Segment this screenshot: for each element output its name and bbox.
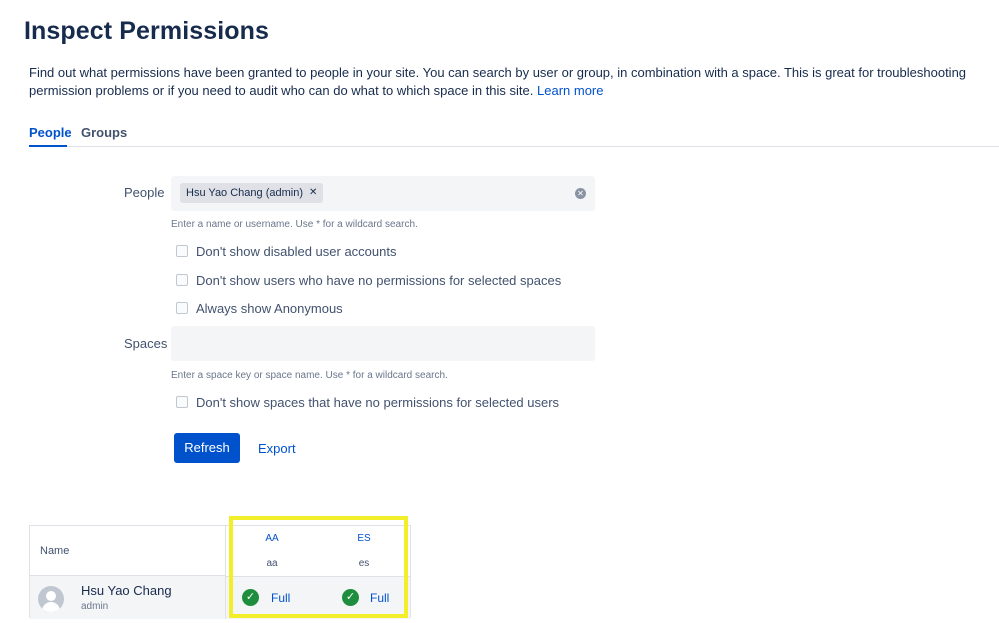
checkbox-row-no-permission-spaces[interactable]: Don't show spaces that have no permissio… xyxy=(176,394,559,410)
tab-groups[interactable]: Groups xyxy=(81,125,127,145)
intro-text: Find out what permissions have been gran… xyxy=(29,65,967,98)
tab-people[interactable]: People xyxy=(29,125,72,147)
people-input[interactable]: Hsu Yao Chang (admin) ✕ ✕ xyxy=(171,176,595,211)
results-table: Name Hsu Yao Chang admin AA aa ✓ Full ES… xyxy=(29,525,411,619)
checkbox[interactable] xyxy=(176,274,188,286)
checkbox[interactable] xyxy=(176,302,188,314)
name-header-label: Name xyxy=(40,545,70,557)
export-link[interactable]: Export xyxy=(258,441,296,456)
permission-cell: ✓ Full xyxy=(226,576,318,619)
checkbox-row-anonymous[interactable]: Always show Anonymous xyxy=(176,300,343,316)
space-column-aa: AA aa ✓ Full xyxy=(226,526,318,619)
remove-chip-icon[interactable]: ✕ xyxy=(309,187,317,203)
space-column-es: ES es ✓ Full xyxy=(318,526,410,619)
name-column-header: Name xyxy=(30,526,226,576)
space-key-link[interactable]: AA xyxy=(226,533,318,544)
people-chip-label: Hsu Yao Chang (admin) xyxy=(186,187,303,199)
checkbox-label: Don't show disabled user accounts xyxy=(196,243,397,259)
permission-link[interactable]: Full xyxy=(370,591,389,605)
user-username: admin xyxy=(81,601,109,612)
spaces-hint: Enter a space key or space name. Use * f… xyxy=(171,370,448,381)
permission-link[interactable]: Full xyxy=(271,591,290,605)
page-intro: Find out what permissions have been gran… xyxy=(29,64,994,100)
page-title: Inspect Permissions xyxy=(24,17,270,45)
space-key-link[interactable]: ES xyxy=(318,533,410,544)
avatar-icon xyxy=(38,586,64,612)
check-circle-icon: ✓ xyxy=(342,589,359,606)
spaces-label: Spaces xyxy=(124,336,168,351)
check-circle-icon: ✓ xyxy=(242,589,259,606)
space-name: aa xyxy=(266,558,278,569)
people-label: People xyxy=(124,185,165,200)
user-name[interactable]: Hsu Yao Chang xyxy=(81,583,172,598)
checkbox[interactable] xyxy=(176,396,188,408)
tab-bar: People Groups xyxy=(29,124,999,147)
people-chip: Hsu Yao Chang (admin) ✕ xyxy=(180,183,324,203)
clear-icon[interactable]: ✕ xyxy=(575,188,586,199)
checkbox-row-disabled-users[interactable]: Don't show disabled user accounts xyxy=(176,243,396,259)
space-name: es xyxy=(358,558,370,569)
checkbox-label: Don't show spaces that have no permissio… xyxy=(196,394,560,410)
refresh-button[interactable]: Refresh xyxy=(174,433,240,463)
checkbox[interactable] xyxy=(176,245,188,257)
checkbox-label: Don't show users who have no permissions… xyxy=(196,272,562,288)
learn-more-link[interactable]: Learn more xyxy=(537,83,603,98)
checkbox-row-no-permission-users[interactable]: Don't show users who have no permissions… xyxy=(176,272,561,288)
permission-cell: ✓ Full xyxy=(318,576,410,619)
table-row: Hsu Yao Chang admin xyxy=(30,576,226,619)
people-hint: Enter a name or username. Use * for a wi… xyxy=(171,219,418,230)
checkbox-label: Always show Anonymous xyxy=(196,300,343,316)
spaces-input[interactable] xyxy=(171,326,595,361)
